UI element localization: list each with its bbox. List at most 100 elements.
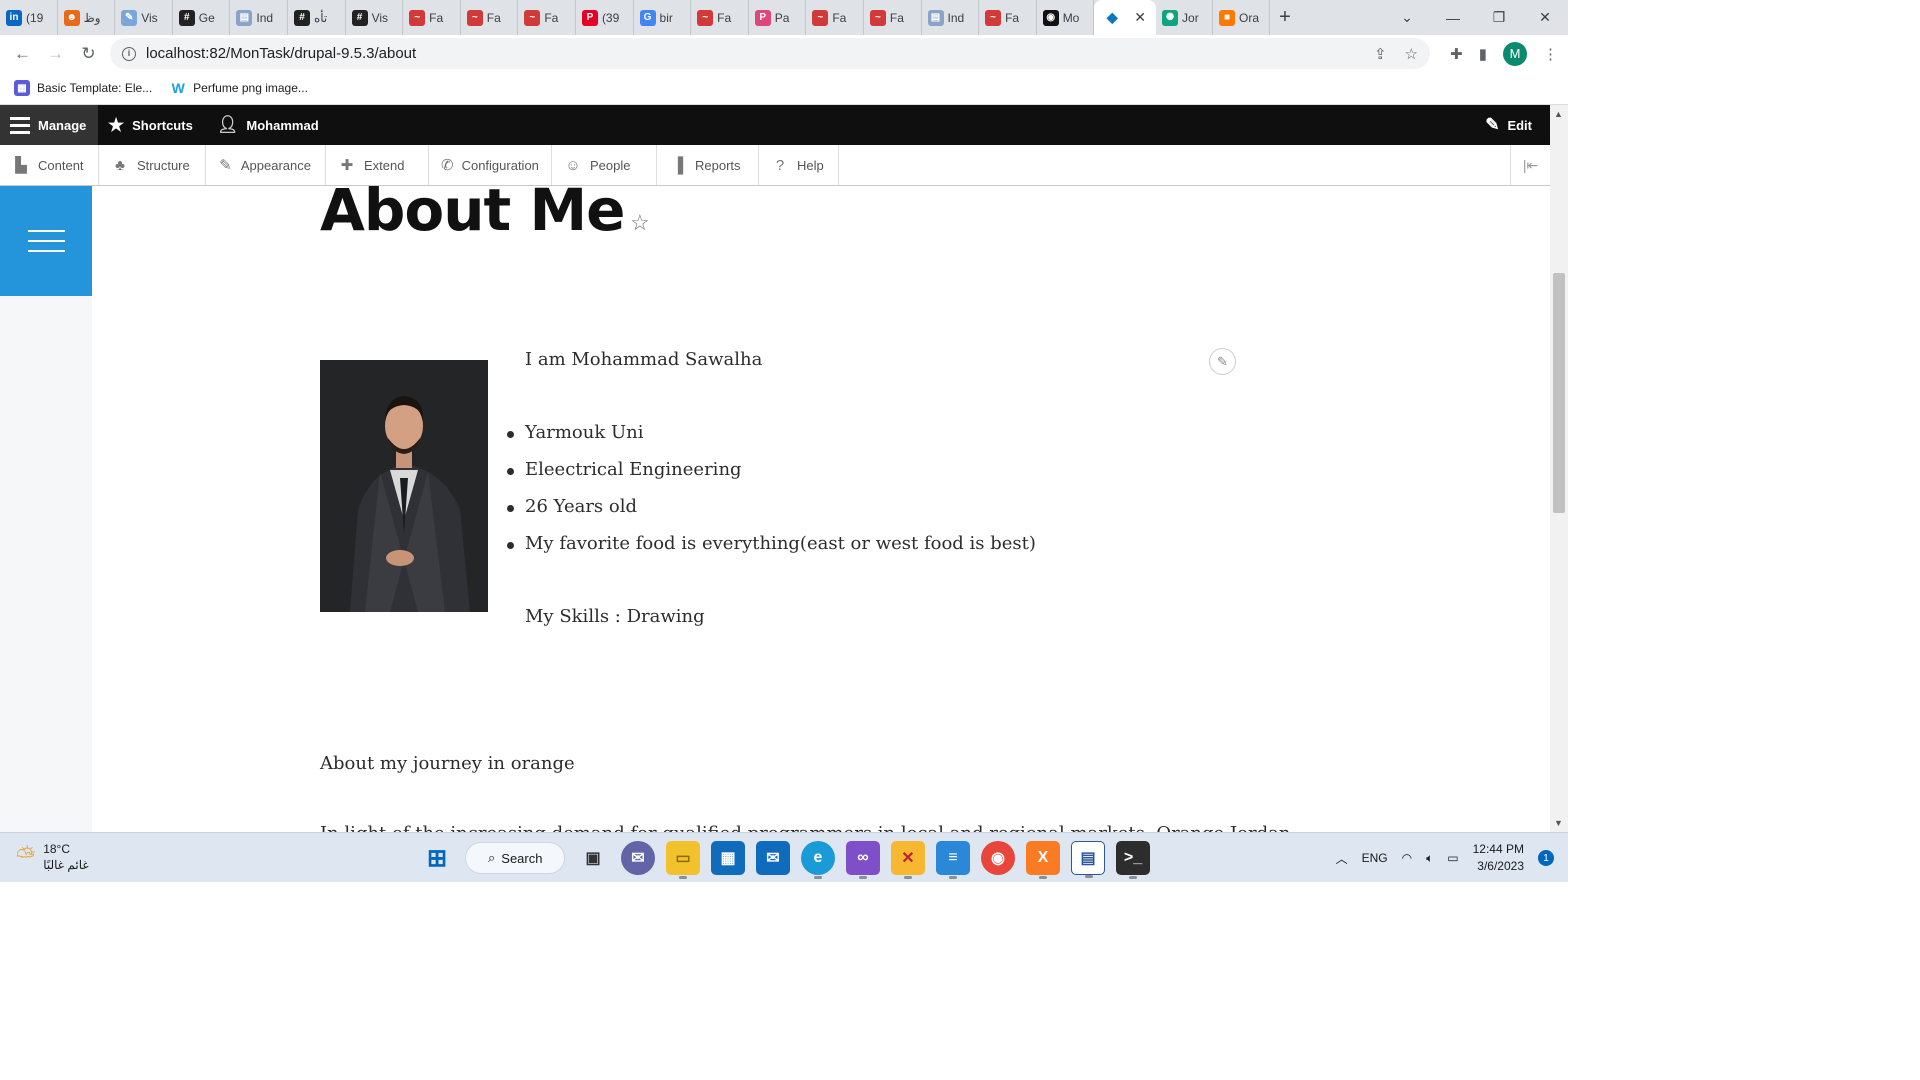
tray-item-configuration[interactable]: ✆ Configuration — [429, 145, 552, 185]
task-view-icon[interactable]: ▣ — [576, 841, 610, 875]
tab-strip: in (19 ☻ وظ ✎ Vis # Ge ▤ Ind # تأه # Vis ~ Fa ~ Fa ~ Fa P (39… — [0, 0, 1568, 35]
browser-tab[interactable]: in (19 — [0, 0, 58, 35]
toolbar-manage-label: Manage — [38, 117, 87, 133]
clock[interactable]: 12:44 PM 3/6/2023 — [1473, 841, 1524, 875]
maximize-button[interactable]: ❐ — [1476, 9, 1522, 26]
bookmark-perfume[interactable]: W Perfume png image... — [170, 80, 308, 96]
tray-item-content[interactable]: ▙ Content — [0, 145, 99, 185]
browser-tab[interactable]: ■ Ora — [1213, 0, 1271, 35]
mustache-icon: ~ — [869, 9, 886, 26]
pinterest-icon: P — [581, 9, 598, 26]
cloud-sun-icon: ⛅︎ — [16, 843, 36, 870]
toolbar-user[interactable]: 👤︎ Mohammad — [207, 105, 333, 145]
tray-item-people[interactable]: ☺ People — [552, 145, 657, 185]
browser-tab[interactable]: # تأه — [288, 0, 346, 35]
new-tab-button[interactable]: + — [1270, 6, 1300, 29]
side-panel-icon[interactable]: ▮ — [1479, 45, 1487, 63]
browser-tab[interactable]: ▤ Ind — [922, 0, 980, 35]
tray-item-help[interactable]: ? Help — [759, 145, 839, 185]
person-photo-illustration — [320, 360, 488, 612]
mobile-menu-button[interactable] — [0, 186, 92, 296]
browser-tab[interactable]: ~ Fa — [691, 0, 749, 35]
edge-icon[interactable]: e — [801, 841, 835, 879]
tray-item-appearance[interactable]: ✎ Appearance — [206, 145, 326, 185]
tab-label: Jor — [1182, 10, 1199, 25]
browser-tab[interactable]: ~ Fa — [979, 0, 1037, 35]
browser-tab[interactable]: ~ Fa — [806, 0, 864, 35]
extensions-icon[interactable]: ✚ — [1450, 45, 1463, 63]
page-scrollbar[interactable]: ▲ ▼ — [1550, 105, 1568, 832]
battery-icon[interactable]: ▭ — [1447, 851, 1458, 865]
toolbar-edit[interactable]: ✎ Edit — [1485, 105, 1532, 145]
weather-widget[interactable]: ⛅︎ 18°C غائم غالبًا — [16, 841, 89, 873]
scrollbar-thumb[interactable] — [1553, 273, 1565, 513]
browser-tab[interactable]: ✺ Jor — [1156, 0, 1214, 35]
visual-studio-icon[interactable]: ∞ — [846, 841, 880, 879]
tab-search-icon[interactable]: ⌄ — [1384, 9, 1430, 26]
bookmark-basic-template[interactable]: ▦ Basic Template: Ele... — [14, 80, 152, 96]
xampp-tools-icon[interactable]: ✕ — [891, 841, 925, 879]
profile-avatar[interactable]: M — [1503, 41, 1527, 66]
tab-active-drupal[interactable]: ◆ ✕ — [1094, 0, 1157, 35]
site-info-icon[interactable]: i — [122, 46, 136, 61]
terminal-icon[interactable]: >_ — [1116, 841, 1150, 879]
close-tab-icon[interactable]: ✕ — [1134, 9, 1146, 26]
tab-list-trailing: ✺ Jor ■ Ora — [1156, 0, 1271, 35]
url-omnibox[interactable]: i localhost:82/MonTask/drupal-9.5.3/abou… — [110, 38, 1430, 69]
back-button[interactable]: ← — [6, 44, 39, 64]
browser-menu-icon[interactable]: ⋮ — [1543, 45, 1558, 63]
wifi-icon[interactable]: ◠ — [1402, 851, 1412, 865]
browser-tab[interactable]: ✎ Vis — [115, 0, 173, 35]
tray-item-extend[interactable]: ✚ Extend — [326, 145, 429, 185]
mail-icon[interactable]: ✉ — [756, 841, 790, 875]
tray-orientation-icon[interactable]: |⇤ — [1510, 145, 1550, 185]
start-button[interactable]: ⊞ — [420, 841, 454, 875]
store-icon[interactable]: ▦ — [711, 841, 745, 875]
tab-label: Fa — [544, 10, 559, 25]
close-window-button[interactable]: ✕ — [1522, 9, 1568, 26]
browser-tab[interactable]: Gbir — [634, 0, 692, 35]
edit-block-pencil-icon[interactable]: ✎ — [1209, 348, 1236, 375]
browser-tab[interactable]: # Ge — [173, 0, 231, 35]
forward-button[interactable]: → — [39, 44, 72, 64]
language-indicator[interactable]: ENG — [1362, 851, 1388, 865]
notification-badge[interactable]: 1 — [1538, 850, 1554, 866]
tab-label: Fa — [486, 10, 501, 25]
tray-item-label: People — [590, 157, 631, 173]
reload-button[interactable]: ↻ — [72, 44, 105, 64]
browser-tab[interactable]: ~ Fa — [518, 0, 576, 35]
toolbar-manage[interactable]: Manage — [0, 105, 98, 145]
url-text[interactable]: localhost:82/MonTask/drupal-9.5.3/about — [146, 45, 416, 62]
notepad-icon[interactable]: ≡ — [936, 841, 970, 879]
chevron-up-icon[interactable]: ︿ — [1336, 850, 1348, 867]
browser-tab[interactable]: ☻ وظ — [58, 0, 116, 35]
browser-tab[interactable]: P (39 — [576, 0, 634, 35]
favorite-star-icon[interactable]: ☆ — [630, 210, 650, 236]
file-explorer-icon[interactable]: ▭ — [666, 841, 700, 879]
page-title: About Me — [320, 186, 626, 244]
taskbar-search[interactable]: ⌕ Search — [465, 842, 565, 874]
word-doc-icon[interactable]: ▤ — [1071, 841, 1105, 878]
browser-tab[interactable]: ~ Fa — [864, 0, 922, 35]
tab-label: وظ — [83, 10, 101, 25]
chrome-icon[interactable]: ◉ — [981, 841, 1015, 875]
tray-item-structure[interactable]: ♣ Structure — [99, 145, 206, 185]
browser-tab[interactable]: ~ Fa — [403, 0, 461, 35]
browser-tab[interactable]: ▤ Ind — [230, 0, 288, 35]
hamburger-icon — [10, 116, 30, 134]
browser-tab[interactable]: P Pa — [749, 0, 807, 35]
xampp-icon[interactable]: X — [1026, 841, 1060, 879]
minimize-button[interactable]: — — [1430, 10, 1476, 26]
browser-tab[interactable]: ~ Fa — [461, 0, 519, 35]
scroll-up-icon[interactable]: ▲ — [1554, 109, 1563, 119]
toolbar-shortcuts[interactable]: ★ Shortcuts — [98, 105, 207, 145]
bookmark-star-icon[interactable]: ☆ — [1405, 45, 1418, 63]
volume-icon[interactable]: 🔈︎ — [1426, 851, 1433, 866]
tray-item-reports[interactable]: ▐ Reports — [657, 145, 759, 185]
teams-chat-icon[interactable]: ✉ — [621, 841, 655, 875]
tray-item-label: Appearance — [240, 157, 311, 173]
scroll-down-icon[interactable]: ▼ — [1554, 818, 1563, 828]
browser-tab[interactable]: # Vis — [346, 0, 404, 35]
browser-tab[interactable]: ◉ Mo — [1037, 0, 1095, 35]
share-icon[interactable]: ⇪ — [1374, 45, 1387, 63]
